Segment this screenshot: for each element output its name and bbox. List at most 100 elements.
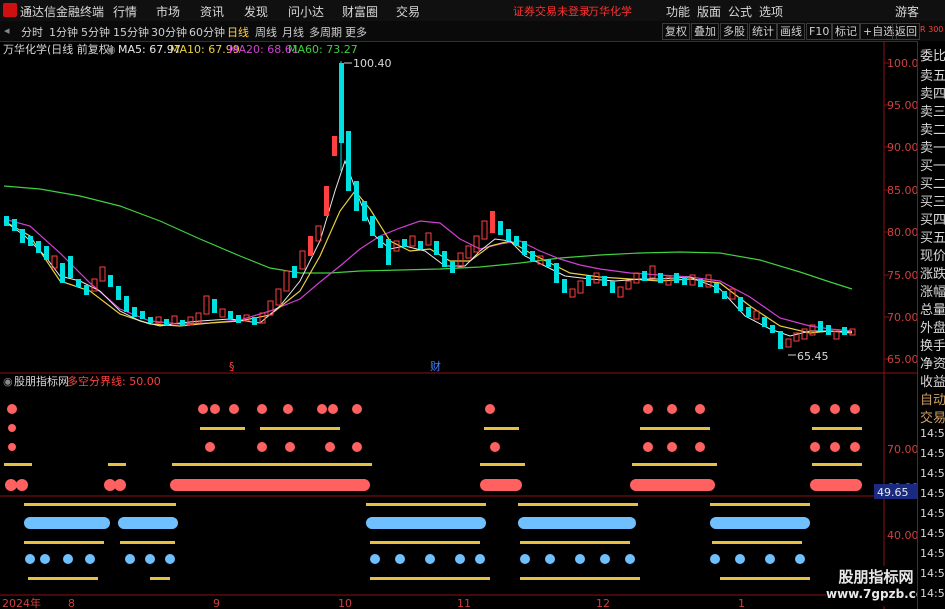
f10-button[interactable]: F10 — [806, 23, 833, 40]
draw-line-button[interactable]: 画线 — [777, 23, 805, 40]
side-label: 卖二 — [920, 123, 945, 138]
side-time: 14:56 — [920, 587, 945, 600]
menu-wealth[interactable]: 财富圈 — [342, 3, 378, 20]
y-tick: 75.00 — [887, 269, 917, 282]
menu-discover[interactable]: 发现 — [244, 3, 268, 20]
menu-trade[interactable]: 交易 — [396, 3, 420, 20]
side-label: 卖四 — [920, 87, 945, 102]
period-toolbar: ◂ 分时 1分钟 5分钟 15分钟 30分钟 60分钟 日线 周线 月线 多周期… — [0, 21, 945, 42]
tab-period-60min[interactable]: 60分钟 — [189, 24, 225, 40]
side-label: 收益 — [920, 375, 945, 390]
menu-formula[interactable]: 公式 — [728, 3, 752, 20]
side-time: 14:56 — [920, 447, 945, 460]
app-title: 通达信金融终端 — [20, 5, 105, 19]
candle — [481, 220, 488, 240]
tab-period-more[interactable]: 更多 — [345, 24, 367, 40]
candle — [84, 285, 89, 295]
tab-period-15min[interactable]: 15分钟 — [113, 24, 149, 40]
tab-period-monthly[interactable]: 月线 — [282, 24, 304, 40]
candle — [698, 279, 703, 287]
x-tick: 12 — [596, 597, 610, 609]
user-label[interactable]: 游客 — [895, 3, 919, 20]
ind-y-tick: 40.00 — [887, 529, 917, 542]
ma-settings-icon[interactable]: ◉ — [106, 43, 116, 56]
side-label: 现价 — [920, 249, 945, 264]
candle — [762, 317, 767, 327]
candle — [785, 338, 792, 348]
candle — [108, 275, 113, 287]
statistics-button[interactable]: 统计 — [749, 23, 777, 40]
candle — [649, 265, 656, 279]
candle — [164, 319, 169, 325]
candle — [530, 251, 535, 261]
tab-period-5min[interactable]: 5分钟 — [81, 24, 110, 40]
adjust-button[interactable]: 复权 — [662, 23, 690, 40]
mark-button[interactable]: 标记 — [832, 23, 860, 40]
candle — [473, 235, 480, 253]
event-marker[interactable]: § — [229, 360, 235, 373]
title-bar: 通达信金融终端 行情 市场 资讯 发现 问小达 财富圈 交易 证券交易未登录 万… — [0, 0, 945, 22]
x-axis: 2024年 8 9 10 11 12 1 — [2, 596, 745, 609]
indicator-title: 股朋指标网 — [14, 374, 69, 388]
candle — [299, 250, 306, 270]
candle — [610, 281, 615, 293]
candle — [28, 236, 33, 246]
current-stock-name: 万华化学 — [588, 5, 632, 18]
side-tab-trade[interactable]: 交易 — [920, 407, 945, 426]
menu-market[interactable]: 市场 — [156, 3, 180, 20]
candle — [674, 273, 679, 283]
candle — [801, 328, 808, 340]
candle — [562, 279, 567, 293]
overlay-button[interactable]: 叠加 — [691, 23, 719, 40]
x-tick: 10 — [338, 597, 352, 609]
candle — [506, 229, 511, 241]
side-tab-auto[interactable]: 自动 — [920, 389, 945, 408]
candle — [746, 307, 751, 317]
candle — [386, 239, 391, 265]
trade-login-status[interactable]: 证券交易未登录 — [513, 3, 590, 19]
tab-period-1min[interactable]: 1分钟 — [49, 24, 78, 40]
candle — [68, 256, 73, 278]
ind-y-tick: 70.00 — [887, 443, 917, 456]
candle — [633, 272, 640, 284]
watermark: 股朋指标网 www.7gpzb.com — [826, 566, 937, 606]
menu-function[interactable]: 功能 — [666, 3, 690, 20]
tab-period-multi[interactable]: 多周期 — [309, 24, 342, 40]
back-button[interactable]: 返回 — [892, 23, 920, 40]
candle — [203, 295, 210, 315]
side-time: 14:56 — [920, 427, 945, 440]
side-label: 换手 — [920, 339, 945, 354]
toolbar-prev-icon[interactable]: ◂ — [4, 24, 10, 37]
tab-period-intraday[interactable]: 分时 — [21, 24, 43, 40]
y-tick: 85.00 — [887, 184, 917, 197]
multi-stock-button[interactable]: 多股 — [720, 23, 748, 40]
candle — [682, 277, 687, 285]
candle — [625, 280, 632, 290]
menu-news[interactable]: 资讯 — [200, 3, 224, 20]
tab-period-weekly[interactable]: 周线 — [255, 24, 277, 40]
candle — [219, 308, 226, 318]
candle — [577, 280, 584, 294]
candle — [332, 136, 337, 156]
side-label: 卖五 — [920, 69, 945, 84]
y-tick: 100.0 — [887, 57, 917, 70]
side-time: 14:56 — [920, 567, 945, 580]
low-price-label: 65.45 — [797, 350, 829, 363]
side-label: 买一 — [920, 159, 945, 174]
chart-area[interactable]: 万华化学(日线 前复权) ◉ MA5: 67.97 MA10: 67.99 MA… — [0, 41, 917, 609]
menu-options[interactable]: 选项 — [759, 3, 783, 20]
menu-ask[interactable]: 问小达 — [288, 3, 324, 20]
bear-signal-blocks — [24, 503, 810, 580]
menu-layout[interactable]: 版面 — [697, 3, 721, 20]
indicator-param: 多空分界线: 50.00 — [67, 374, 161, 388]
tab-period-30min[interactable]: 30分钟 — [151, 24, 187, 40]
indicator-settings-icon[interactable]: ◉ — [3, 375, 13, 388]
candle — [393, 240, 400, 252]
side-header: R 300 — [920, 25, 944, 34]
finance-event-marker[interactable]: 财 — [430, 359, 441, 373]
candle — [586, 276, 591, 286]
y-tick: 80.00 — [887, 226, 917, 239]
tab-period-daily[interactable]: 日线 — [227, 24, 249, 40]
menu-quotes[interactable]: 行情 — [113, 3, 137, 20]
candle — [339, 63, 344, 143]
